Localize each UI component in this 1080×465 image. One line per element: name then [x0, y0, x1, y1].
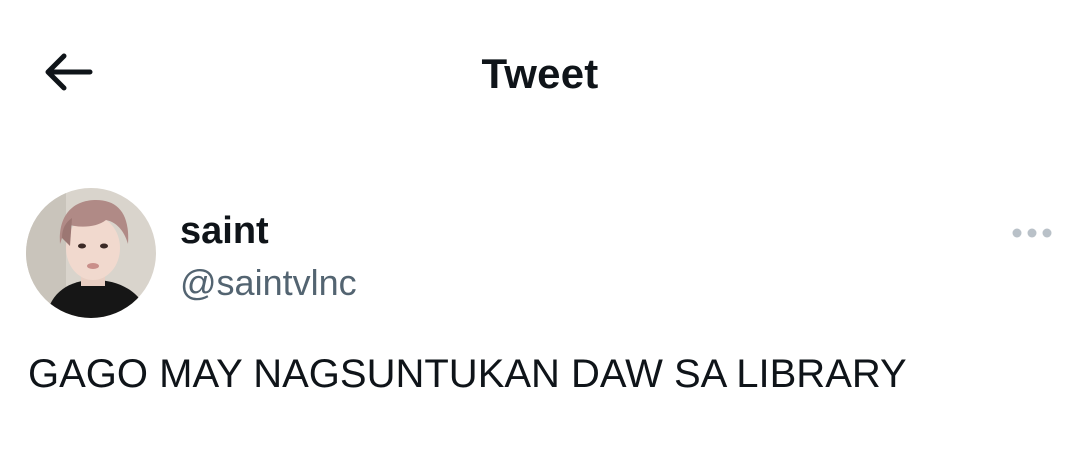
more-options-button[interactable]: [1002, 218, 1062, 248]
ellipsis-icon: [1012, 228, 1052, 238]
tweet-screen: Tweet saint @saintvlnc GAGO MAY NAGSUNTU…: [0, 0, 1080, 465]
user-handle[interactable]: @saintvlnc: [180, 262, 357, 304]
display-name[interactable]: saint: [180, 210, 269, 253]
page-title: Tweet: [481, 50, 599, 97]
avatar[interactable]: [26, 188, 156, 318]
tweet-text: GAGO MAY NAGSUNTUKAN DAW SA LIBRARY: [28, 352, 907, 396]
header-bar: Tweet: [0, 0, 1080, 150]
tweet-author: saint @saintvlnc: [0, 184, 1080, 324]
profile-photo: [26, 188, 156, 318]
